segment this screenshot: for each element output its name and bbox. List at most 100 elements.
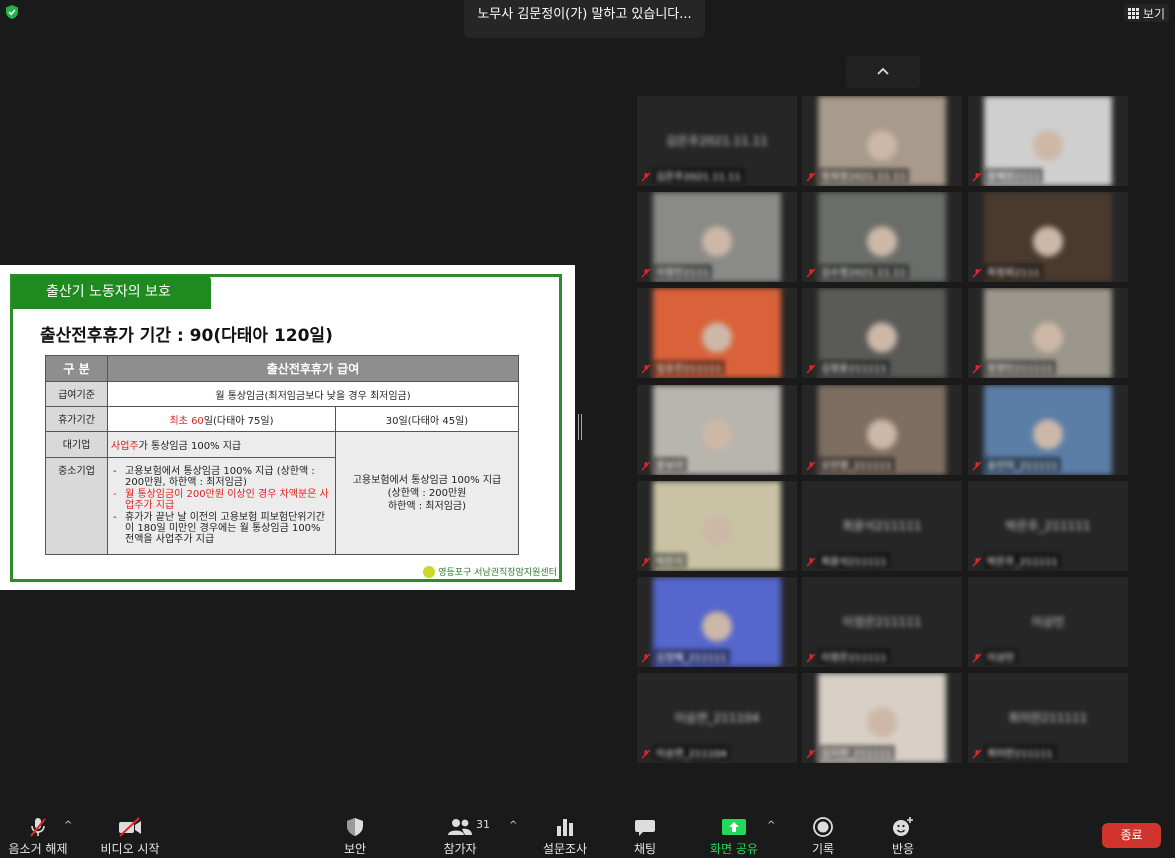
muted-microphone-icon — [972, 172, 982, 182]
employer-red: 사업주 — [111, 441, 139, 452]
center-logo-icon — [423, 565, 436, 578]
merged-line-1: 고용보험에서 통상임금 100% 지급 — [352, 474, 502, 486]
row-value-sme: 고용보험에서 통상임금 100% 지급 (상한액 : 200만원, 하한액 : … — [107, 456, 336, 556]
employer-rest: 가 통상임금 100% 지급 — [138, 441, 242, 452]
participant-tile[interactable]: 최미란211111 최미란211111 — [968, 673, 1128, 763]
participant-tile[interactable]: 최윤식211111 최윤식211111 — [802, 481, 962, 571]
muted-microphone-icon — [806, 653, 816, 663]
merged-line-3: 하한액 : 최저임금) — [387, 500, 467, 512]
muted-microphone-icon — [641, 557, 651, 567]
unmute-button[interactable]: 음소거 해제 — [0, 812, 76, 857]
participant-name: 최미란211111 — [984, 745, 1056, 760]
participant-name: 김정혜_211111 — [653, 649, 730, 664]
participant-tile[interactable]: 송인아_211111 — [968, 385, 1128, 475]
polls-label: 설문조사 — [542, 842, 588, 856]
row-label-period: 휴가기간 — [45, 406, 108, 433]
participant-tile[interactable]: 김은주2021.11.11 김은주2021.11.11 — [637, 96, 797, 186]
polls-button[interactable]: 설문조사 — [527, 812, 603, 857]
participant-tile[interactable]: 김정혜_211111 — [637, 577, 797, 667]
view-button[interactable]: 보기 — [1123, 4, 1169, 22]
merged-line-2: (상한액 : 200만원 — [387, 487, 467, 499]
encryption-shield-icon[interactable] — [4, 4, 20, 20]
share-screen-button[interactable]: 화면 공유 — [696, 812, 772, 857]
row-value-period-second: 30일(다태아 45일) — [335, 406, 519, 433]
table-header-category: 구 분 — [45, 355, 108, 382]
share-options-caret[interactable]: ^ — [767, 820, 775, 831]
security-button[interactable]: 보안 — [317, 812, 393, 857]
muted-microphone-icon — [641, 461, 651, 471]
muted-microphone-icon — [641, 653, 651, 663]
participant-center-name: 최윤식211111 — [842, 519, 922, 533]
participant-name: 송인아_211111 — [984, 457, 1061, 472]
participant-center-name: 박은주_211111 — [1005, 519, 1091, 533]
participant-tile[interactable]: 박은지 — [637, 481, 797, 571]
chat-button[interactable]: 채팅 — [607, 812, 683, 857]
participant-name: 이승연_211104 — [653, 745, 730, 760]
muted-microphone-icon — [806, 461, 816, 471]
participant-name: 김지현_211111 — [818, 745, 895, 760]
participants-count: 31 — [476, 818, 490, 831]
participant-tile[interactable]: 김수정2021.11.11 — [802, 192, 962, 282]
participant-tile[interactable]: 오민영_211111 — [802, 385, 962, 475]
split-resize-handle[interactable] — [578, 414, 582, 440]
slide-footer-text: 영등포구 서남권직장맘지원센터 — [438, 568, 557, 578]
row-value-period-first: 최초 60일(다태아 75일) — [107, 406, 336, 433]
chat-bubble-icon — [635, 820, 655, 836]
participant-tile[interactable]: 최정희2111 — [968, 192, 1128, 282]
row-value-large-company: 사업주가 통상임금 100% 지급 — [107, 431, 336, 458]
grid-view-icon — [1127, 7, 1139, 19]
participant-name: 박은주_211111 — [984, 553, 1061, 568]
audio-options-caret[interactable]: ^ — [64, 820, 72, 831]
muted-microphone-icon — [972, 653, 982, 663]
muted-microphone-icon — [806, 268, 816, 278]
participant-name: 최윤식211111 — [818, 553, 890, 568]
gallery-scroll-up-button[interactable] — [846, 56, 920, 88]
video-camera-off-icon — [119, 817, 141, 837]
row-value-insurance-merged: 고용보험에서 통상임금 100% 지급 (상한액 : 200만원 하한액 : 최… — [335, 431, 519, 555]
participant-tile[interactable]: 이정은211111 이정은211111 — [802, 577, 962, 667]
muted-microphone-icon — [806, 749, 816, 759]
muted-microphone-icon — [972, 268, 982, 278]
participant-tile[interactable]: 박은주_211111 박은주_211111 — [968, 481, 1128, 571]
participant-name: 정희정2021.11.11 — [818, 168, 909, 183]
participant-name: 박은지 — [653, 553, 687, 568]
participant-tile[interactable]: 이승연_211104 이승연_211104 — [637, 673, 797, 763]
reactions-button[interactable]: 반응 — [865, 812, 941, 857]
participant-tile[interactable]: 이정민2111 — [637, 192, 797, 282]
participant-tile[interactable]: 이상민 이상민 — [968, 577, 1128, 667]
end-meeting-button[interactable]: 종료 — [1102, 823, 1161, 848]
view-label: 보기 — [1142, 6, 1165, 21]
bar-chart-icon — [557, 819, 573, 836]
participant-name: 김정윤211111 — [818, 360, 890, 375]
muted-microphone-icon — [641, 364, 651, 374]
record-label: 기록 — [811, 842, 835, 856]
muted-microphone-icon — [641, 172, 651, 182]
participant-tile[interactable]: 김지현_211111 — [802, 673, 962, 763]
list-item: 고용보험에서 통상임금 100% 지급 (상한액 : 200만원, 하한액 : … — [111, 466, 332, 488]
shield-icon — [347, 818, 363, 836]
participant-name: 이상민 — [984, 649, 1018, 664]
start-video-button[interactable]: 비디오 시작 — [92, 812, 168, 857]
slide-section-tab: 출산기 노동자의 보호 — [12, 276, 211, 309]
participant-name: 윤보라 — [653, 457, 687, 472]
muted-microphone-icon — [641, 268, 651, 278]
participant-tile[interactable]: 김정윤211111 — [802, 288, 962, 378]
participant-name: 황혜원2111 — [984, 168, 1044, 183]
muted-microphone-icon — [641, 749, 651, 759]
active-speaker-banner: 노무사 김문정이(가) 말하고 있습니다... — [464, 0, 705, 38]
participant-tile[interactable]: 정영인211111 — [968, 288, 1128, 378]
muted-microphone-icon — [806, 557, 816, 567]
participants-icon — [448, 819, 472, 835]
participant-tile[interactable]: 임유진211111 — [637, 288, 797, 378]
period-first-rest: 일(다태아 75일) — [203, 415, 274, 427]
record-icon — [813, 817, 833, 837]
muted-microphone-icon — [806, 364, 816, 374]
participant-tile[interactable]: 윤보라 — [637, 385, 797, 475]
participant-tile[interactable]: 정희정2021.11.11 — [802, 96, 962, 186]
record-button[interactable]: 기록 — [785, 812, 861, 857]
participants-options-caret[interactable]: ^ — [509, 820, 517, 831]
sme-bullet-list: 고용보험에서 통상임금 100% 지급 (상한액 : 200만원, 하한액 : … — [111, 466, 332, 545]
shared-screen: 출산기 노동자의 보호 출산전후휴가 기간 : 90(다태아 120일) 구 분… — [0, 265, 575, 590]
participant-name: 임유진211111 — [653, 360, 725, 375]
participant-tile[interactable]: 황혜원2111 — [968, 96, 1128, 186]
